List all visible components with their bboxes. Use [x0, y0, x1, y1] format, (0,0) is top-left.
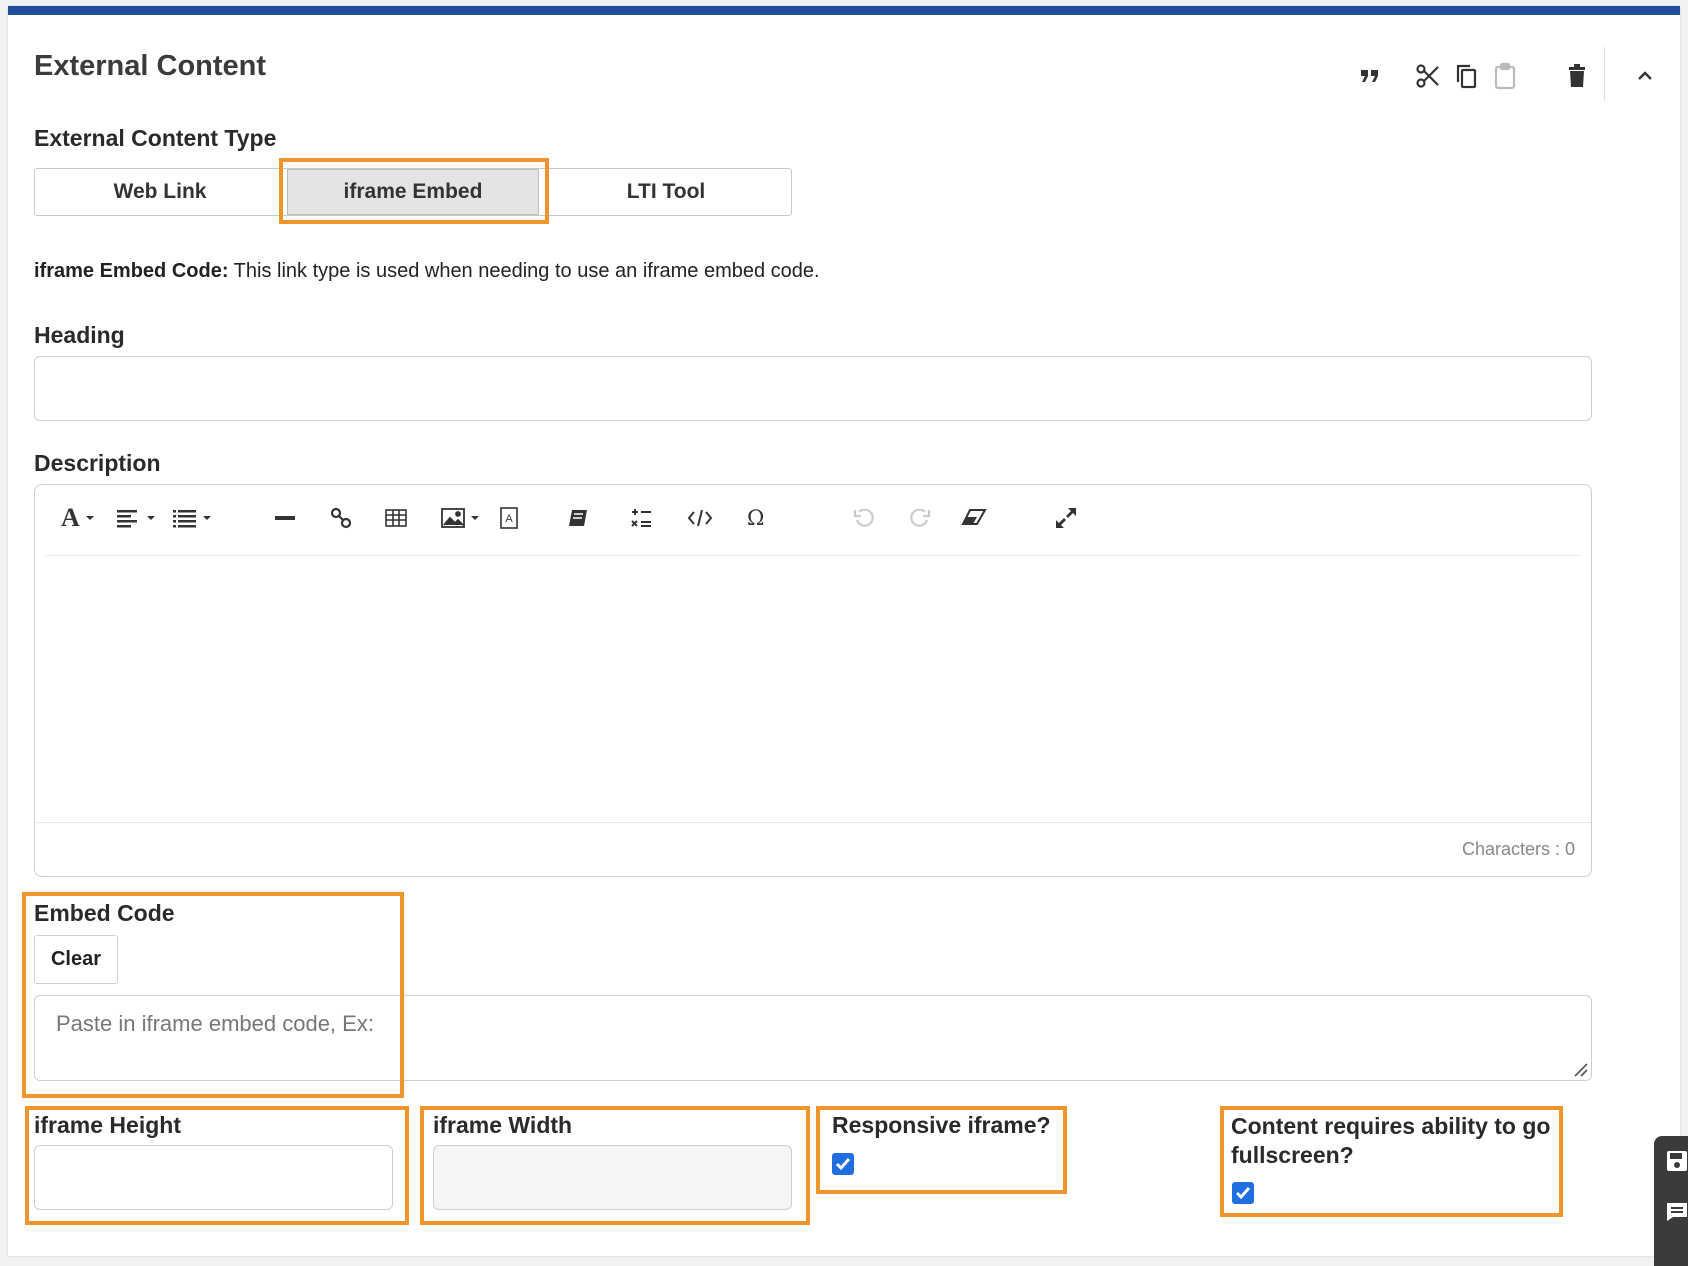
save-icon[interactable]	[1666, 1150, 1688, 1172]
iframe-embed-option[interactable]: iframe Embed	[287, 169, 539, 215]
embed-code-label: Embed Code	[34, 900, 175, 926]
content-type-selector: Web Link iframe Embed LTI Tool	[34, 168, 792, 216]
iframe-width-input[interactable]	[433, 1145, 792, 1210]
embed-code-textarea[interactable]: Paste in iframe embed code, Ex:	[34, 995, 1592, 1081]
fullscreen-label: Content requires ability to go fullscree…	[1231, 1113, 1551, 1168]
eraser-icon[interactable]	[961, 503, 987, 533]
math-icon[interactable]	[629, 503, 653, 533]
web-link-option[interactable]: Web Link	[35, 169, 285, 215]
editor-toolbar-divider	[45, 555, 1581, 556]
copy-icon[interactable]	[1449, 59, 1483, 93]
side-action-tab	[1654, 1136, 1688, 1266]
clear-button[interactable]: Clear	[34, 935, 118, 984]
text-box-icon[interactable]: A	[500, 503, 518, 533]
character-count: Characters : 0	[1461, 839, 1575, 859]
expand-icon[interactable]	[1055, 503, 1077, 533]
type-description: iframe Embed Code: This link type is use…	[34, 260, 820, 283]
resize-handle-icon[interactable]	[1572, 1061, 1588, 1077]
lti-tool-option[interactable]: LTI Tool	[541, 169, 791, 215]
iframe-height-label: iframe Height	[34, 1112, 181, 1138]
svg-text:A: A	[505, 513, 513, 525]
trash-icon[interactable]	[1560, 59, 1594, 93]
list-icon[interactable]	[173, 503, 213, 533]
toolbar-divider	[1604, 47, 1605, 101]
redo-icon[interactable]	[909, 503, 931, 533]
iframe-height-input[interactable]	[34, 1145, 393, 1210]
code-icon[interactable]	[687, 503, 713, 533]
description-editor[interactable]: A A Ω Characters: 0	[34, 484, 1592, 877]
embed-code-placeholder: Paste in iframe embed code, Ex:	[56, 1011, 374, 1036]
content-type-label: External Content Type	[34, 125, 277, 151]
responsive-checkbox[interactable]	[832, 1153, 854, 1175]
link-icon[interactable]	[330, 503, 352, 533]
panel-title: External Content	[34, 50, 267, 82]
paste-icon[interactable]	[1488, 59, 1522, 93]
comment-icon[interactable]	[1666, 1202, 1688, 1222]
type-description-bold: iframe Embed Code:	[34, 260, 229, 282]
align-icon[interactable]	[117, 503, 157, 533]
heading-label: Heading	[34, 322, 125, 348]
heading-input[interactable]	[34, 356, 1592, 421]
image-icon[interactable]	[441, 503, 481, 533]
iframe-width-label: iframe Width	[433, 1112, 573, 1138]
undo-icon[interactable]	[853, 503, 875, 533]
fullscreen-checkbox[interactable]	[1232, 1182, 1254, 1204]
editor-footer-divider	[35, 822, 1591, 823]
horizontal-rule-icon[interactable]	[275, 503, 295, 533]
external-content-panel: External Content External Content Type W…	[8, 6, 1680, 1256]
scissors-icon[interactable]	[1411, 59, 1445, 93]
type-description-text: This link type is used when needing to u…	[228, 260, 820, 282]
chevron-up-icon[interactable]	[1628, 59, 1662, 93]
quote-icon[interactable]	[1353, 59, 1387, 93]
description-label: Description	[34, 450, 161, 476]
omega-icon[interactable]: Ω	[747, 503, 764, 533]
book-icon[interactable]	[567, 503, 589, 533]
responsive-label: Responsive iframe?	[832, 1112, 1051, 1138]
table-icon[interactable]	[385, 503, 407, 533]
font-icon[interactable]: A	[61, 503, 96, 533]
